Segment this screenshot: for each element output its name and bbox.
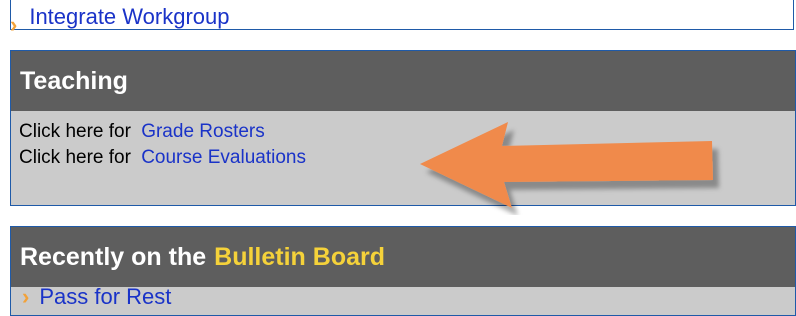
course-evaluations-row: Click here for Course Evaluations	[19, 145, 795, 171]
grade-rosters-row: Click here for Grade Rosters	[19, 119, 795, 145]
course-evaluations-link[interactable]: Course Evaluations	[141, 147, 306, 168]
bulletin-header: Recently on the Bulletin Board	[11, 227, 795, 287]
teaching-section: Teaching Click here for Grade Rosters Cl…	[10, 50, 796, 206]
workgroup-link-row: › Integrate Workgroup	[10, 6, 229, 40]
integrate-workgroup-link[interactable]: Integrate Workgroup	[29, 6, 229, 28]
chevron-right-icon: ›	[10, 12, 18, 37]
grade-rosters-prefix: Click here for	[19, 121, 131, 142]
bulletin-title-prefix: Recently on the	[20, 242, 207, 271]
teaching-body: Click here for Grade Rosters Click here …	[11, 111, 795, 171]
teaching-header: Teaching	[11, 51, 795, 111]
grade-rosters-link[interactable]: Grade Rosters	[141, 121, 265, 142]
bulletin-peek-row: › Pass for Rest	[22, 284, 171, 310]
course-evaluations-prefix: Click here for	[19, 147, 131, 168]
chevron-right-icon: ›	[22, 284, 30, 309]
bulletin-peek-link[interactable]: Pass for Rest	[39, 284, 171, 310]
bulletin-title-highlight[interactable]: Bulletin Board	[214, 243, 385, 272]
